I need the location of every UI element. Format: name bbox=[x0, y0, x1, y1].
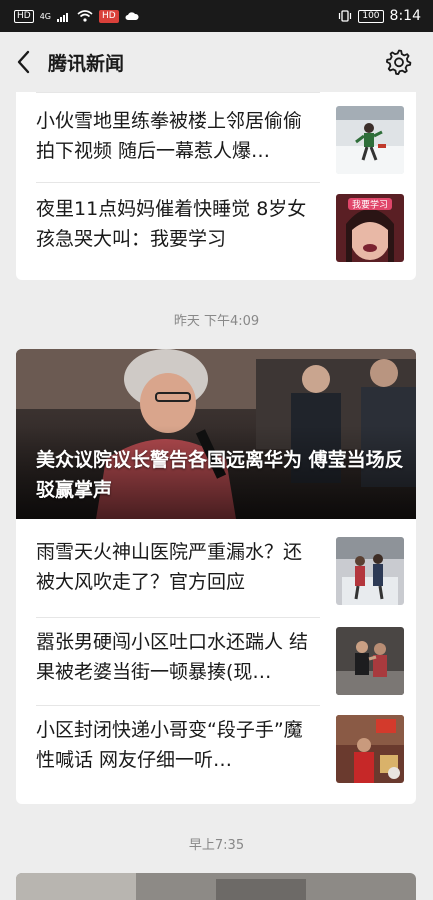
hero-image bbox=[16, 873, 416, 900]
news-item[interactable]: 夜里11点妈妈催着快睡觉 8岁女孩急哭大叫：我要学习 我要学习 bbox=[36, 194, 404, 280]
hospital-leak-image bbox=[336, 537, 404, 605]
gear-icon bbox=[386, 49, 412, 75]
news-thumbnail bbox=[336, 106, 404, 174]
street-fight-image bbox=[336, 627, 404, 695]
divider bbox=[36, 92, 320, 93]
chevron-left-icon bbox=[17, 50, 30, 74]
news-item[interactable]: 小区封闭快递小哥变“段子手”魔性喊话 网友仔细一听… bbox=[36, 715, 404, 803]
news-thumbnail: 我要学习 bbox=[336, 194, 404, 262]
cloud-icon bbox=[125, 12, 139, 20]
news-thumbnail bbox=[336, 627, 404, 695]
news-item-title: 小区封闭快递小哥变“段子手”魔性喊话 网友仔细一听… bbox=[36, 719, 303, 771]
clock: 8:14 bbox=[389, 8, 421, 24]
status-bar: HD 4G HD 100 8:14 bbox=[0, 0, 433, 32]
news-item[interactable]: 小伙雪地里练拳被楼上邻居偷偷拍下视频 随后一幕惹人爆… bbox=[36, 106, 404, 194]
back-button[interactable] bbox=[12, 48, 38, 76]
status-left: HD 4G HD bbox=[14, 9, 139, 23]
news-thumbnail bbox=[336, 537, 404, 605]
timestamp-label: 昨天 下午4:09 bbox=[173, 314, 260, 329]
news-card-2: 美众议院议长警告各国远离华为 傅莹当场反驳赢掌声 雨雪天火神山医院严重漏水？还被… bbox=[16, 349, 416, 804]
news-item[interactable]: 嚣张男硬闯小区吐口水还踹人 结果被老婆当街一顿暴揍(现… bbox=[36, 627, 404, 715]
wifi-icon bbox=[77, 10, 93, 22]
hd-badge: HD bbox=[14, 9, 34, 23]
courier-image bbox=[336, 715, 404, 783]
news-item-title: 小伙雪地里练拳被楼上邻居偷偷拍下视频 随后一幕惹人爆… bbox=[36, 110, 303, 162]
news-item-title: 雨雪天火神山医院严重漏水？还被大风吹走了？官方回应 bbox=[36, 541, 303, 593]
divider bbox=[36, 705, 320, 706]
status-right: 100 8:14 bbox=[338, 8, 421, 24]
hero-news-title: 美众议院议长警告各国远离华为 傅莹当场反驳赢掌声 bbox=[36, 449, 404, 501]
settings-button[interactable] bbox=[385, 48, 413, 76]
news-thumbnail bbox=[336, 715, 404, 783]
timestamp-label: 早上7:35 bbox=[188, 838, 245, 853]
news-item-title: 嚣张男硬闯小区吐口水还踹人 结果被老婆当街一顿暴揍(现… bbox=[36, 631, 309, 683]
hero-news[interactable]: 美众议院议长警告各国远离华为 傅莹当场反驳赢掌声 bbox=[16, 349, 416, 519]
hd-red-badge: HD bbox=[99, 9, 119, 23]
news-card-3[interactable] bbox=[16, 873, 416, 900]
snow-fight-image bbox=[336, 106, 404, 174]
signal-icon bbox=[57, 12, 68, 22]
signal-label: 4G bbox=[39, 11, 51, 21]
divider bbox=[36, 617, 320, 618]
crying-girl-image: 我要学习 bbox=[336, 194, 404, 262]
news-item-title: 夜里11点妈妈催着快睡觉 8岁女孩急哭大叫：我要学习 bbox=[36, 198, 307, 250]
page-title: 腾讯新闻 bbox=[48, 53, 125, 75]
news-card-1: 小伙雪地里练拳被楼上邻居偷偷拍下视频 随后一幕惹人爆… 夜里11点妈妈催着快睡觉… bbox=[16, 92, 416, 280]
vibrate-icon bbox=[339, 10, 352, 22]
header-bar: 腾讯新闻 bbox=[0, 32, 433, 92]
thumb-caption: 我要学习 bbox=[352, 199, 388, 211]
news-item[interactable]: 雨雪天火神山医院严重漏水？还被大风吹走了？官方回应 bbox=[36, 537, 404, 625]
divider bbox=[36, 182, 320, 183]
battery-indicator: 100 bbox=[358, 9, 384, 23]
